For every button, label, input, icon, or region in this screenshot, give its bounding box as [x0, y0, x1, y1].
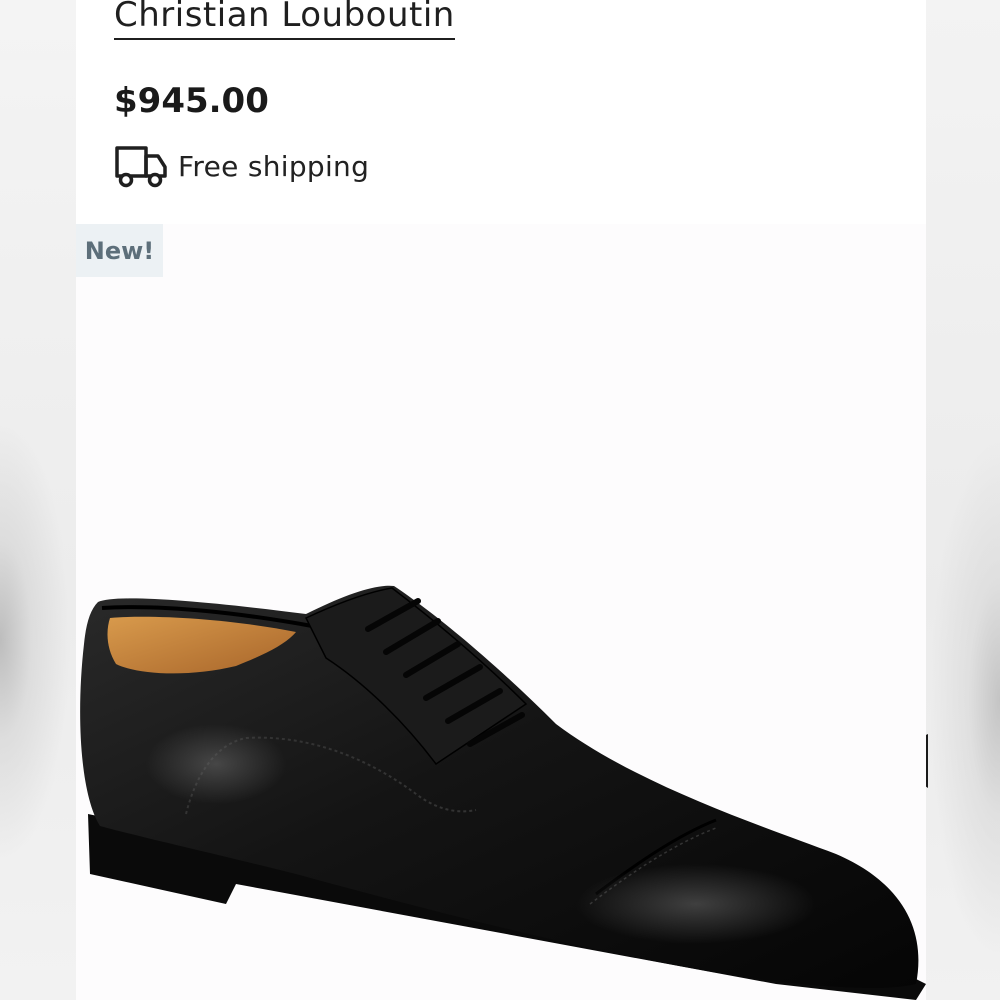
oxford-shoe-image — [80, 585, 926, 1000]
shipping-info: Free shipping — [112, 142, 369, 190]
brand-link[interactable]: Christian Louboutin — [114, 0, 455, 40]
shipping-label: Free shipping — [178, 149, 370, 183]
screen: Christian Louboutin $945.00 Free shippin… — [0, 0, 1000, 1000]
product-listing: Christian Louboutin $945.00 Free shippin… — [76, 0, 926, 1000]
truck-icon — [115, 146, 167, 188]
previous-image-edge[interactable] — [0, 0, 78, 1000]
next-image-edge[interactable] — [924, 0, 1000, 1000]
product-image[interactable]: New! — [76, 224, 926, 1000]
new-badge: New! — [76, 224, 163, 277]
product-price: $945.00 — [114, 81, 269, 121]
